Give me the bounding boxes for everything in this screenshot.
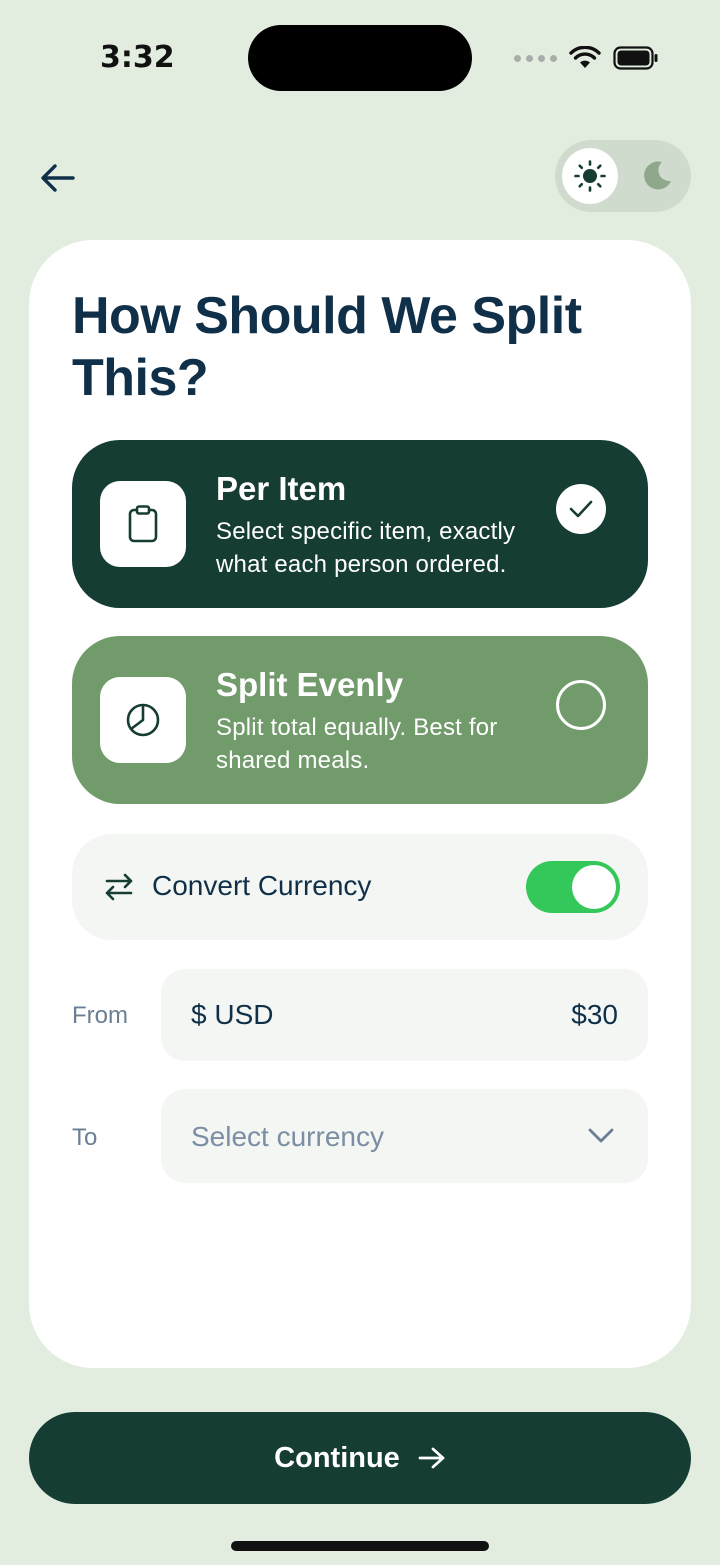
option-radio-checked[interactable] xyxy=(556,484,606,534)
option-description: Split total equally. Best for shared mea… xyxy=(216,714,498,774)
page-title: How Should We Split This? xyxy=(72,287,582,407)
signal-dots-icon xyxy=(514,54,557,62)
option-title: Per Item xyxy=(216,470,347,507)
arrow-right-icon xyxy=(418,1447,445,1469)
to-label: To xyxy=(72,1124,98,1151)
from-currency-value: $ USD xyxy=(191,999,274,1030)
to-currency-placeholder: Select currency xyxy=(191,1121,384,1152)
swap-arrows-icon xyxy=(105,873,133,901)
split-options-card xyxy=(29,240,691,1368)
wifi-icon xyxy=(569,46,601,68)
option-per-item[interactable]: Per Item Select specific item, exactly w… xyxy=(72,440,648,608)
home-indicator xyxy=(231,1541,489,1551)
back-button[interactable] xyxy=(30,150,86,206)
to-currency-select[interactable]: Select currency xyxy=(161,1089,648,1183)
continue-label: Continue xyxy=(274,1441,400,1474)
option-radio-empty[interactable] xyxy=(556,680,606,730)
convert-currency-row[interactable]: Convert Currency xyxy=(72,834,648,940)
option-description: Select specific item, exactly what each … xyxy=(216,518,516,578)
status-icons xyxy=(514,42,659,74)
option-split-evenly[interactable]: Split Evenly Split total equally. Best f… xyxy=(72,636,648,804)
dark-mode-button[interactable] xyxy=(629,148,685,204)
theme-toggle[interactable] xyxy=(555,140,691,212)
from-amount: $30 xyxy=(571,999,618,1030)
sun-icon xyxy=(574,160,606,192)
continue-button[interactable]: Continue xyxy=(29,1412,691,1504)
moon-icon xyxy=(644,161,671,190)
checkmark-icon xyxy=(569,500,593,518)
option-title: Split Evenly xyxy=(216,666,404,703)
pie-chart-icon xyxy=(126,703,160,737)
arrow-left-icon xyxy=(41,164,75,192)
from-label: From xyxy=(72,1002,128,1029)
battery-icon xyxy=(613,46,658,70)
option-icon-box xyxy=(100,677,186,763)
chevron-down-icon xyxy=(588,1128,614,1143)
status-time: 3:32 xyxy=(100,40,175,75)
convert-currency-toggle[interactable] xyxy=(526,861,620,913)
convert-currency-label: Convert Currency xyxy=(152,870,372,901)
dynamic-island xyxy=(248,25,472,91)
light-mode-button[interactable] xyxy=(562,148,618,204)
clipboard-icon xyxy=(128,505,158,543)
toggle-knob xyxy=(572,865,616,909)
split-method-screen: 3:32 How Should We Split This? Per Item … xyxy=(0,0,720,1565)
from-currency-field[interactable]: $ USD $30 xyxy=(161,969,648,1061)
option-icon-box xyxy=(100,481,186,567)
